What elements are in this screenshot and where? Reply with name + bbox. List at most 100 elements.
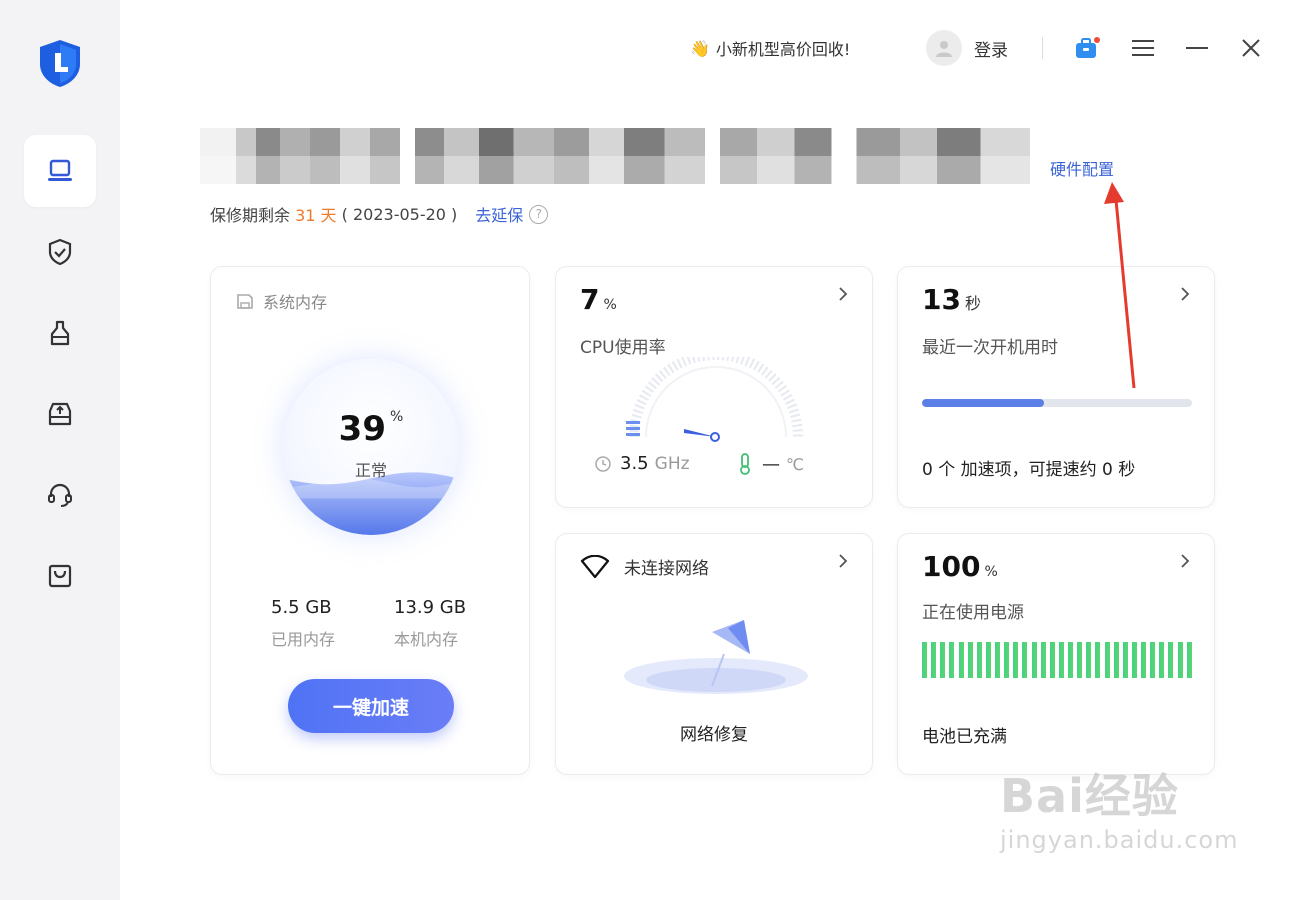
battery-bar-segment <box>958 642 964 678</box>
menu-button[interactable] <box>1130 35 1156 61</box>
nav-drivers[interactable] <box>24 378 96 450</box>
login-label: 登录 <box>974 40 1008 61</box>
nav-security[interactable] <box>24 216 96 288</box>
memory-icon <box>237 294 253 309</box>
battery-bar-segment <box>1022 642 1028 678</box>
battery-level-value: 100 <box>922 550 981 583</box>
network-status-text: 未连接网络 <box>624 559 709 579</box>
user-icon <box>936 41 952 57</box>
battery-bar-segment <box>1068 642 1073 678</box>
cpu-speedometer <box>626 357 803 442</box>
one-click-boost-button[interactable]: 一键加速 <box>288 679 454 733</box>
network-card[interactable]: 未连接网络 网络修复 <box>555 533 873 775</box>
watermark-url: jingyan.baidu.com <box>1000 826 1239 854</box>
cpu-frequency: 3.5 GHz <box>594 453 690 474</box>
login-button[interactable]: 登录 <box>926 30 1008 66</box>
warranty-days: 31 天 <box>295 206 337 225</box>
laptop-icon <box>48 159 72 181</box>
total-memory: 13.9 GB 本机内存 <box>394 597 466 650</box>
close-button[interactable] <box>1238 35 1264 61</box>
app-logo <box>36 38 84 88</box>
divider <box>1042 37 1043 59</box>
upload-drive-icon <box>48 402 72 426</box>
thermometer-icon <box>740 453 750 475</box>
close-icon <box>1242 39 1260 57</box>
memory-percent: 39% <box>283 409 459 449</box>
satellite-illustration <box>624 620 808 694</box>
cpu-temperature-value: — <box>762 453 780 475</box>
battery-bar-segment <box>1177 642 1183 678</box>
battery-bar-segment <box>1150 642 1156 678</box>
battery-bar-segment <box>940 642 946 678</box>
broom-icon <box>50 320 70 346</box>
extend-warranty-link[interactable]: 去延保 <box>475 202 523 226</box>
title-bar: 👋 小新机型高价回收! 登录 <box>680 28 1265 68</box>
help-icon[interactable]: ? <box>529 204 549 224</box>
battery-bar-segment <box>1049 642 1055 678</box>
boot-time-unit: 秒 <box>964 294 981 313</box>
chevron-right-icon <box>1181 554 1190 568</box>
battery-bar-segment <box>1095 642 1101 678</box>
nav-store[interactable] <box>24 540 96 612</box>
sidebar <box>0 0 120 900</box>
network-repair-button[interactable]: 网络修复 <box>556 720 872 745</box>
warranty-date: ( 2023-05-20 ) <box>341 204 458 224</box>
battery-level: 100% <box>922 550 998 583</box>
battery-bar-segment <box>1031 642 1037 678</box>
cpu-usage-unit: % <box>603 297 617 313</box>
memory-card: 系统内存 39% 正常 5.5 GB 已用内存 13.9 GB 本机内存 一键加… <box>210 266 530 775</box>
used-memory-label: 已用内存 <box>271 630 336 649</box>
toolbox-button[interactable] <box>1074 35 1100 61</box>
hardware-config-link[interactable]: 硬件配置 <box>1050 156 1114 180</box>
cpu-usage: 7% <box>580 283 617 316</box>
battery-bar-segment <box>1104 642 1110 678</box>
chevron-right-icon <box>1181 287 1190 301</box>
boot-time-card[interactable]: 13 秒 最近一次开机用时 0 个 加速项，可提速约 0 秒 <box>897 266 1215 508</box>
clock-icon <box>595 455 611 472</box>
promo-banner[interactable]: 👋 小新机型高价回收! <box>690 36 850 60</box>
battery-bar-segment <box>995 642 1000 678</box>
boot-time-value: 13 <box>922 283 961 316</box>
warranty-info: 保修期剩余 31 天 ( 2023-05-20 ) 去延保 ? <box>210 202 549 226</box>
device-name-redacted <box>200 128 1030 184</box>
nav-support[interactable] <box>24 459 96 531</box>
shield-check-icon <box>48 238 72 266</box>
memory-title-text: 系统内存 <box>263 293 328 312</box>
used-memory: 5.5 GB 已用内存 <box>271 597 335 650</box>
memory-percent-value: 39 <box>338 409 386 449</box>
nav-device[interactable] <box>24 135 96 207</box>
watermark-brand: Bai经验 <box>1000 769 1179 823</box>
avatar <box>926 30 962 66</box>
headset-icon <box>48 483 72 507</box>
used-memory-value: 5.5 GB <box>271 597 332 618</box>
boot-progress-fill <box>922 399 1044 407</box>
minimize-icon <box>1186 47 1208 49</box>
memory-status: 正常 <box>354 461 387 480</box>
boot-progress-bar <box>922 399 1192 407</box>
wifi-icon <box>580 554 610 578</box>
battery-bar-segment <box>1122 642 1128 678</box>
cpu-frequency-unit: GHz <box>654 453 690 474</box>
warranty-prefix: 保修期剩余 <box>210 206 291 225</box>
network-status: 未连接网络 <box>580 554 709 579</box>
cpu-temperature: — ℃ <box>738 453 804 475</box>
battery-bar-segment <box>1086 642 1092 678</box>
battery-bars <box>922 642 1192 678</box>
minimize-button[interactable] <box>1184 35 1210 61</box>
battery-bar-segment <box>1058 642 1064 678</box>
shopping-bag-icon <box>48 564 72 588</box>
battery-bar-segment <box>1040 642 1046 678</box>
battery-status: 电池已充满 <box>922 727 1007 747</box>
battery-bar-segment <box>1168 642 1174 678</box>
nav-clean[interactable] <box>24 297 96 369</box>
total-memory-value: 13.9 GB <box>394 597 467 618</box>
battery-bar-segment <box>1159 642 1165 678</box>
battery-bar-segment <box>976 642 982 678</box>
cpu-temperature-unit: ℃ <box>786 454 804 474</box>
chevron-right-icon <box>839 287 848 301</box>
cpu-card[interactable]: 7% CPU使用率 3.5 GHz — ℃ <box>555 266 873 508</box>
memory-gauge: 39% 正常 <box>283 359 459 535</box>
baidu-watermark: Bai经验 jingyan.baidu.com <box>1000 760 1238 854</box>
battery-bar-segment <box>967 642 973 678</box>
battery-card[interactable]: 100% 正在使用电源 电池已充满 <box>897 533 1215 775</box>
